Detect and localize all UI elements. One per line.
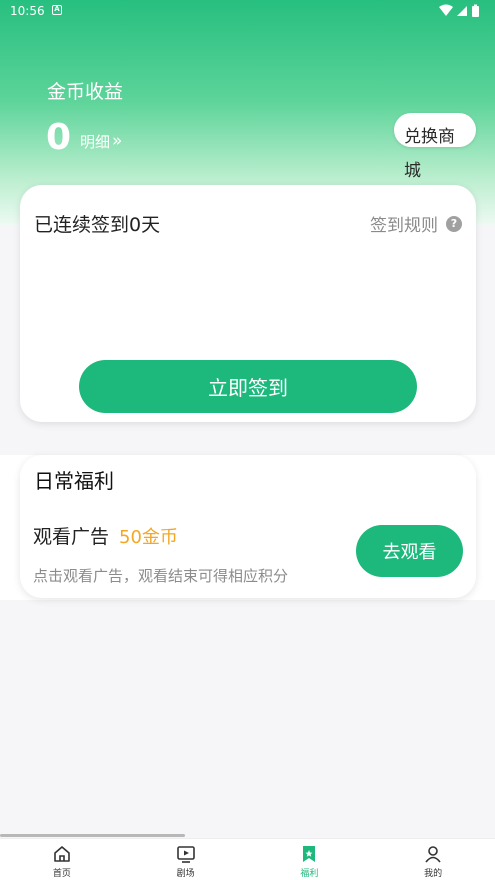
tab-theater[interactable]: 剧场 xyxy=(124,839,248,880)
daily-benefits-card: 日常福利 观看广告 50金币 点击观看广告，观看结束可得相应积分 去观看 xyxy=(20,455,476,598)
profile-icon xyxy=(425,846,441,863)
detail-link[interactable]: 明细 » xyxy=(80,131,122,152)
bottom-tab-bar: 首页 剧场 福利 我的 xyxy=(0,838,495,880)
tab-welfare-label: 福利 xyxy=(300,869,319,879)
watch-ad-reward: 50金币 xyxy=(119,527,178,548)
signin-button[interactable]: 立即签到 xyxy=(79,360,417,413)
signin-rules-link[interactable]: 签到规则 ? xyxy=(370,211,462,236)
coin-balance: 0 xyxy=(46,117,72,158)
signin-card: 已连续签到0天 签到规则 ? 立即签到 xyxy=(20,185,476,422)
status-bar: 10:56 A xyxy=(0,0,495,22)
watch-ad-description: 点击观看广告，观看结束可得相应积分 xyxy=(33,567,289,585)
signin-streak: 已连续签到0天 xyxy=(34,214,161,236)
watch-ad-task: 观看广告 50金币 xyxy=(33,522,178,549)
question-icon: ? xyxy=(446,215,462,232)
daily-benefits-title: 日常福利 xyxy=(34,469,114,493)
coin-earnings-title: 金币收益 xyxy=(47,81,124,103)
welfare-icon xyxy=(303,846,316,862)
detail-label: 明细 xyxy=(80,133,111,151)
battery-icon xyxy=(472,6,479,17)
signin-rules-label: 签到规则 xyxy=(370,216,438,236)
watch-ad-title: 观看广告 xyxy=(33,526,110,548)
wifi-icon xyxy=(439,4,453,16)
tab-welfare[interactable]: 福利 xyxy=(248,839,372,880)
watch-ad-button[interactable]: 去观看 xyxy=(356,525,463,577)
home-icon xyxy=(54,846,70,862)
tab-home[interactable]: 首页 xyxy=(0,839,124,880)
tab-profile[interactable]: 我的 xyxy=(371,839,495,880)
scroll-indicator xyxy=(0,834,185,837)
status-time: 10:56 xyxy=(10,4,45,18)
exchange-mall-label[interactable]: 兑换商城 xyxy=(404,120,470,188)
tab-profile-label: 我的 xyxy=(424,869,443,879)
theater-icon xyxy=(176,846,195,863)
double-chevron-right-icon: » xyxy=(112,131,123,151)
signal-icon xyxy=(457,6,467,16)
status-icons xyxy=(439,4,479,17)
notification-icon: A xyxy=(52,5,62,15)
tab-home-label: 首页 xyxy=(52,869,71,879)
tab-theater-label: 剧场 xyxy=(176,869,195,879)
